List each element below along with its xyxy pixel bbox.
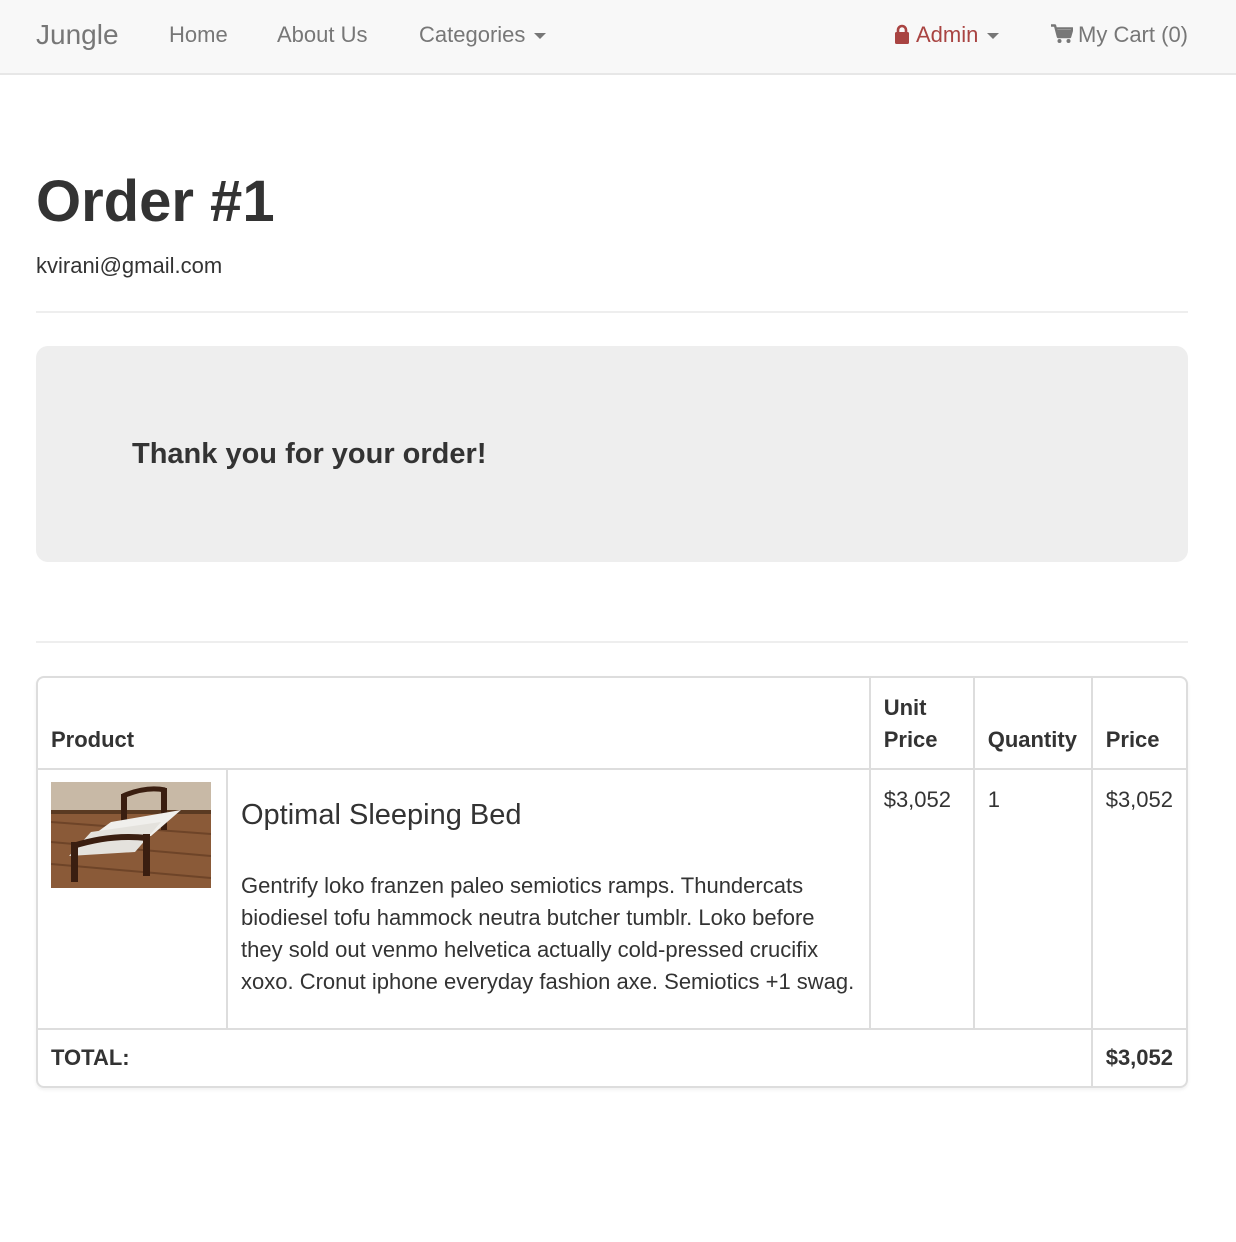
divider (36, 641, 1188, 643)
column-header-product: Product (51, 727, 135, 752)
nav-cart-label: My Cart (0) (1078, 22, 1188, 47)
page-title: Order #1 (36, 169, 275, 234)
price-cell: $3,052 (1090, 768, 1186, 1028)
product-image (51, 782, 211, 888)
caret-down-icon (534, 33, 547, 40)
column-header-unit-price-line2: Price (883, 727, 938, 752)
product-description: Gentrify loko franzen paleo semiotics ra… (241, 873, 855, 994)
table-header-row: Product Unit Price Quantity Price (38, 678, 1186, 768)
divider (36, 311, 1188, 313)
nav-cart-link[interactable]: My Cart (0) (1051, 0, 1188, 70)
nav-about-link[interactable]: About Us (277, 0, 368, 70)
navbar: Jungle Home About Us Categories Admin My… (0, 0, 1236, 75)
table-row: Optimal Sleeping Bed Gentrify loko franz… (38, 768, 1186, 1028)
total-value: $3,052 (1090, 1028, 1186, 1086)
nav-categories-label: Categories (419, 22, 526, 47)
customer-email: kvirani@gmail.com (36, 253, 223, 278)
quantity-value: 1 (987, 787, 1000, 812)
thank-you-message: Thank you for your order! (132, 438, 487, 470)
column-header-price: Price (1090, 678, 1186, 768)
unit-price-value: $3,052 (883, 787, 951, 812)
thank-you-panel: Thank you for your order! (36, 346, 1188, 562)
order-items-table: Product Unit Price Quantity Price Optima… (36, 676, 1188, 1088)
nav-admin-label: Admin (916, 22, 979, 47)
column-header-quantity: Quantity (972, 678, 1091, 768)
unit-price-cell: $3,052 (868, 768, 973, 1028)
column-header-unit-price: Unit Price (868, 678, 973, 768)
total-label: TOTAL: (38, 1028, 1091, 1086)
product-image-cell (38, 768, 226, 1028)
quantity-cell: 1 (972, 768, 1091, 1028)
product-name: Optimal Sleeping Bed (241, 799, 522, 831)
column-header-unit-price-line1: Unit (883, 695, 927, 720)
lock-icon (895, 24, 909, 44)
table-total-row: TOTAL: $3,052 (38, 1028, 1186, 1086)
price-value: $3,052 (1105, 787, 1173, 812)
brand-link[interactable]: Jungle (36, 0, 119, 70)
nav-home-link[interactable]: Home (169, 0, 228, 70)
product-details-cell: Optimal Sleeping Bed Gentrify loko franz… (226, 768, 869, 1028)
nav-admin-dropdown[interactable]: Admin (894, 0, 1000, 70)
cart-icon (1051, 24, 1073, 43)
caret-down-icon (987, 33, 1000, 40)
nav-categories-dropdown[interactable]: Categories (419, 0, 547, 70)
